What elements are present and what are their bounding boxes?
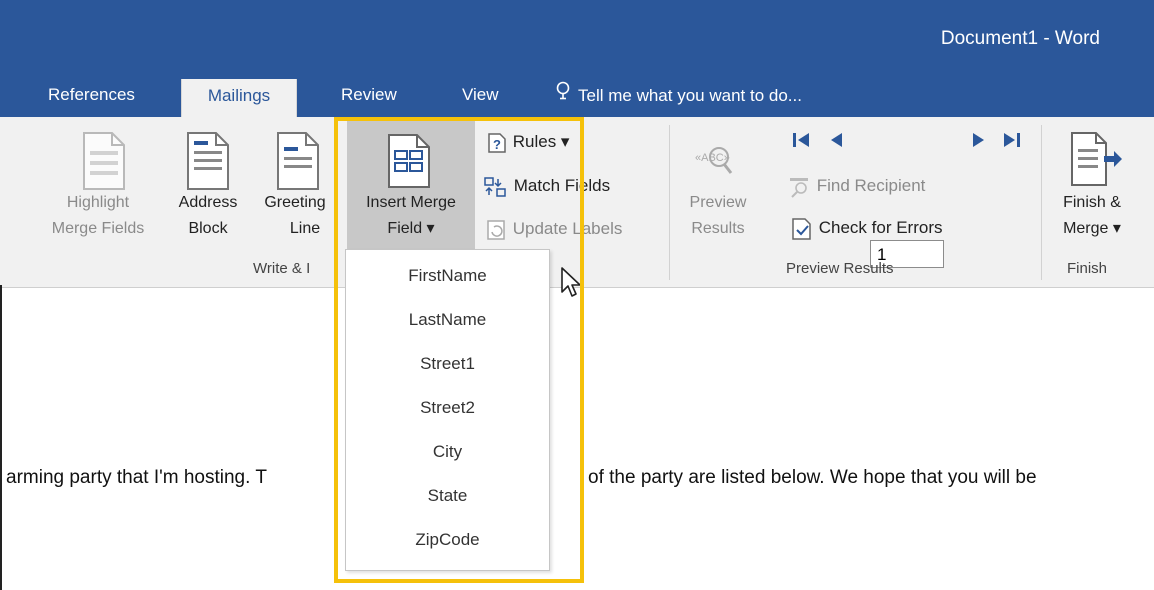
match-fields-label: Match Fields [513,176,611,195]
insert-merge-field-button[interactable]: Insert Merge Field ▾ [347,121,475,249]
finish-label-1: Finish & [1063,194,1121,211]
merge-field-city[interactable]: City [346,437,549,467]
merge-field-street2[interactable]: Street2 [346,393,549,423]
title-bar: Document1 - Word [0,0,1154,75]
highlight-label-1: Highlight [66,194,130,211]
check-for-errors-button[interactable]: Check for Errors [790,216,942,241]
merge-field-street1[interactable]: Street1 [346,349,549,379]
greeting-label-1: Greeting [264,194,326,211]
ribbon-tabs: References Mailings Review View Tell me … [0,75,1154,117]
preview-results-group-label: Preview Results [786,260,894,277]
previous-record-icon[interactable] [828,131,844,149]
preview-label-1: Preview [689,194,747,211]
tell-me-search[interactable]: Tell me what you want to do... [556,75,802,117]
find-recipient-icon [790,177,808,198]
tab-mailings[interactable]: Mailings [181,79,297,117]
lightbulb-icon [556,75,570,115]
tab-view[interactable]: View [462,75,499,117]
update-labels-icon [487,219,505,240]
preview-label-2: Results [691,220,745,237]
preview-results-icon: «ABC» [695,147,733,174]
finish-merge-button[interactable]: Finish & Merge ▾ [1052,192,1132,239]
mouse-pointer-icon [561,267,581,297]
group-divider [669,125,670,280]
group-divider [1041,125,1042,280]
last-record-icon[interactable] [1003,131,1021,149]
insert-merge-label-1: Insert Merge [366,194,456,211]
merge-field-firstname[interactable]: FirstName [346,261,549,291]
greeting-label-2: Line [289,220,321,237]
finish-merge-icon [1071,132,1122,186]
rules-label: Rules ▾ [512,132,570,151]
update-labels-button[interactable]: Update Labels [486,217,622,241]
greeting-line-icon [277,132,319,190]
finish-label-2: Merge ▾ [1063,220,1121,237]
match-fields-button[interactable]: Match Fields [483,174,610,198]
find-recipient-button[interactable]: Find Recipient [788,174,925,198]
tell-me-label: Tell me what you want to do... [578,86,802,105]
insert-merge-label-2: Field ▾ [387,220,435,237]
merge-field-lastname[interactable]: LastName [346,305,549,335]
write-insert-group-label: Write & I [253,260,311,277]
highlight-merge-fields-icon [83,132,125,190]
merge-field-zipcode[interactable]: ZipCode [346,525,549,555]
update-labels-label: Update Labels [512,219,623,238]
insert-merge-field-icon [388,134,430,188]
check-errors-label: Check for Errors [818,218,943,237]
merge-field-dropdown: FirstName LastName Street1 Street2 City … [345,249,550,571]
highlight-label-2: Merge Fields [51,220,145,237]
address-label-1: Address [178,194,238,211]
match-fields-icon [484,176,506,197]
rules-button[interactable]: ? Rules ▾ [486,130,569,154]
finish-group-label: Finish [1067,260,1108,277]
next-record-icon[interactable] [971,131,987,149]
svg-text:?: ? [493,137,501,152]
greeting-line-button[interactable]: Greeting Line [252,192,338,239]
address-block-icon [187,132,229,190]
tab-references[interactable]: References [48,75,135,117]
rules-icon: ? [488,132,506,153]
window-title: Document1 - Word [940,28,1100,49]
preview-results-button[interactable]: Preview Results [678,192,758,239]
document-text-left: arming party that I'm hosting. T [6,467,267,488]
document-text-right: of the party are listed below. We hope t… [588,467,1037,488]
merge-field-state[interactable]: State [346,481,549,511]
highlight-merge-fields-button[interactable]: Highlight Merge Fields [38,192,158,239]
page-left-edge [0,285,2,590]
address-label-2: Block [188,220,228,237]
address-block-button[interactable]: Address Block [168,192,248,239]
tab-review[interactable]: Review [341,75,397,117]
find-recipient-label: Find Recipient [816,176,926,195]
first-record-icon[interactable] [792,131,810,149]
mailings-ribbon: Highlight Merge Fields Address Block Gre… [0,117,1154,288]
check-for-errors-icon [792,217,811,240]
